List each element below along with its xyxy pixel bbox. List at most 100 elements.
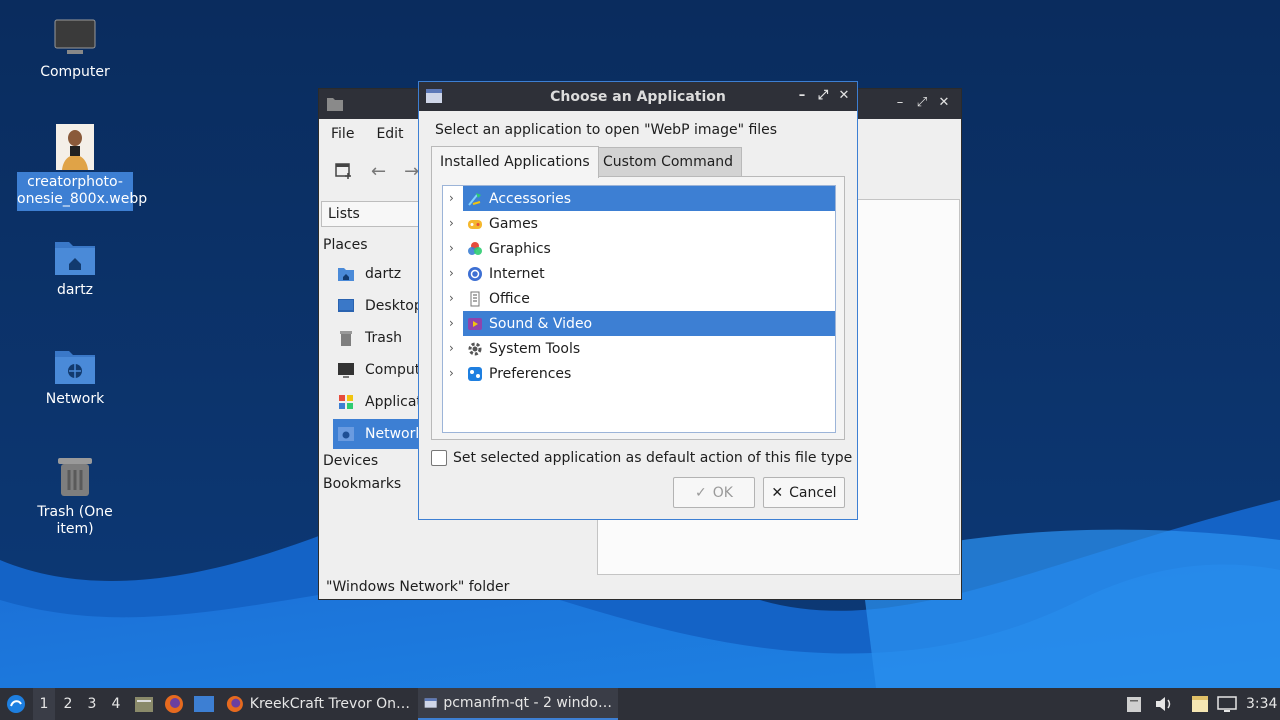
task-label: KreekCraft Trevor On… xyxy=(249,696,410,712)
workspace-1[interactable]: 1 xyxy=(33,688,55,720)
tree-item-label: Preferences xyxy=(489,365,572,382)
desktop-icon-label: creatorphoto-onesie_800x.webp xyxy=(17,172,147,211)
expand-arrow-icon[interactable]: › xyxy=(449,236,459,261)
minimize-icon[interactable]: – xyxy=(793,87,811,105)
dialog-titlebar[interactable]: Choose an Application – ⤢ ✕ xyxy=(419,82,857,111)
tab-custom-command[interactable]: Custom Command xyxy=(594,147,743,176)
tree-item-sound-video[interactable]: Sound & Video xyxy=(463,311,835,336)
cancel-button-label: Cancel xyxy=(789,484,837,501)
ok-button[interactable]: ✓ OK xyxy=(673,477,755,508)
task-label: pcmanfm-qt - 2 windo… xyxy=(443,695,612,711)
tab-installed-applications[interactable]: Installed Applications xyxy=(431,146,599,178)
default-action-checkbox[interactable] xyxy=(431,450,447,466)
quicklaunch-file-manager[interactable] xyxy=(134,688,154,720)
maximize-icon[interactable]: ⤢ xyxy=(913,94,931,112)
maximize-icon[interactable]: ⤢ xyxy=(814,87,832,105)
tree-item-system-tools[interactable]: System Tools xyxy=(463,336,835,361)
expand-arrow-icon[interactable]: › xyxy=(449,311,459,336)
desktop-icon-network[interactable]: Network xyxy=(17,347,133,408)
bookmarks-heading[interactable]: Bookmarks xyxy=(323,476,401,492)
expand-arrow-icon[interactable]: › xyxy=(449,286,459,311)
tray-volume[interactable] xyxy=(1154,688,1174,720)
expand-arrow-icon[interactable]: › xyxy=(449,361,459,386)
workspace-2[interactable]: 2 xyxy=(57,688,79,720)
back-arrow-icon[interactable]: ← xyxy=(371,161,386,182)
place-label: Trash xyxy=(365,330,402,346)
notes-icon xyxy=(1192,696,1208,712)
expand-arrow-icon[interactable]: › xyxy=(449,261,459,286)
tree-item-graphics[interactable]: Graphics xyxy=(463,236,835,261)
tree-item-office[interactable]: Office xyxy=(463,286,835,311)
trash-icon xyxy=(340,331,352,346)
tab-panel: › Accessories › Games › Graphics › Inter… xyxy=(431,176,845,440)
tree-item-accessories[interactable]: Accessories xyxy=(463,186,835,211)
tray-clipboard[interactable] xyxy=(1126,688,1142,720)
task-firefox-window[interactable]: KreekCraft Trevor On… xyxy=(220,688,416,720)
devices-heading[interactable]: Devices xyxy=(323,453,378,469)
expand-arrow-icon[interactable]: › xyxy=(449,211,459,236)
preferences-icon xyxy=(468,366,482,381)
folder-icon xyxy=(327,98,343,111)
sound-video-icon xyxy=(468,317,482,330)
menu-edit[interactable]: Edit xyxy=(376,126,403,142)
dialog-prompt: Select an application to open "WebP imag… xyxy=(435,122,778,138)
accessories-icon xyxy=(468,192,481,206)
window-icon xyxy=(424,698,437,708)
expand-arrow-icon[interactable]: › xyxy=(449,186,459,211)
tree-item-preferences[interactable]: Preferences xyxy=(463,361,835,386)
tree-item-label: Internet xyxy=(489,265,545,282)
close-icon[interactable]: ✕ xyxy=(835,87,853,105)
tray-network[interactable] xyxy=(1217,688,1237,720)
new-window-icon[interactable] xyxy=(335,162,353,180)
cancel-button[interactable]: ✕ Cancel xyxy=(763,477,845,508)
expand-arrow-icon[interactable]: › xyxy=(449,336,459,361)
minimize-icon[interactable]: – xyxy=(891,94,909,112)
taskbar: 1 2 3 4 KreekCraft Trevor On… pcmanfm-qt… xyxy=(0,688,1280,720)
tree-item-games[interactable]: Games xyxy=(463,211,835,236)
office-icon xyxy=(470,291,480,306)
workspace-4[interactable]: 4 xyxy=(105,688,127,720)
cancel-x-icon: ✕ xyxy=(771,484,784,501)
default-action-option[interactable]: Set selected application as default acti… xyxy=(431,450,852,466)
clipboard-icon xyxy=(1127,697,1141,712)
main-menu-button[interactable] xyxy=(4,688,28,720)
task-pcmanfm-window[interactable]: pcmanfm-qt - 2 windo… xyxy=(418,688,618,720)
lubuntu-logo-icon xyxy=(7,695,25,713)
computer-icon xyxy=(338,363,354,378)
menu-file[interactable]: File xyxy=(331,126,354,142)
window-icon xyxy=(426,89,442,103)
computer-icon xyxy=(54,19,96,54)
desktop-icon-computer[interactable]: Computer xyxy=(17,18,133,81)
tree-item-internet[interactable]: Internet xyxy=(463,261,835,286)
application-tree[interactable]: › Accessories › Games › Graphics › Inter… xyxy=(442,185,836,433)
workspace-3[interactable]: 3 xyxy=(81,688,103,720)
desktop-icon-dartz[interactable]: dartz xyxy=(17,238,133,299)
desktop-icon-label: dartz xyxy=(56,282,94,298)
firefox-icon xyxy=(165,695,183,713)
tray-notes[interactable] xyxy=(1190,688,1210,720)
clock[interactable]: 3:34 xyxy=(1246,688,1277,720)
quicklaunch-firefox[interactable] xyxy=(164,688,184,720)
network-folder-icon xyxy=(55,351,95,384)
tree-item-label: Games xyxy=(489,215,538,232)
close-icon[interactable]: ✕ xyxy=(935,94,953,112)
home-folder-icon xyxy=(55,242,95,275)
trash-icon xyxy=(58,458,92,496)
places-heading[interactable]: Places xyxy=(323,237,368,253)
desktop-icon xyxy=(194,696,214,712)
desktop-icon-label: Network xyxy=(45,391,105,407)
firefox-icon xyxy=(226,695,243,713)
network-status-icon xyxy=(1217,696,1237,712)
dialog-title: Choose an Application xyxy=(550,88,726,105)
tree-item-label: Graphics xyxy=(489,240,551,257)
desktop-icon-trash[interactable]: Trash (One item) xyxy=(17,454,133,538)
desktop-icon-label: Computer xyxy=(40,64,110,80)
internet-icon xyxy=(468,266,482,281)
quicklaunch-show-desktop[interactable] xyxy=(193,688,215,720)
forward-arrow-icon[interactable]: → xyxy=(404,161,419,182)
place-label: Desktop xyxy=(365,298,423,314)
desktop-icon-webp-file[interactable]: creatorphoto-onesie_800x.webp xyxy=(17,124,147,211)
choose-application-dialog[interactable]: Choose an Application – ⤢ ✕ Select an ap… xyxy=(418,81,858,520)
tree-item-label: Office xyxy=(489,290,530,307)
tree-item-label: Accessories xyxy=(489,190,572,207)
